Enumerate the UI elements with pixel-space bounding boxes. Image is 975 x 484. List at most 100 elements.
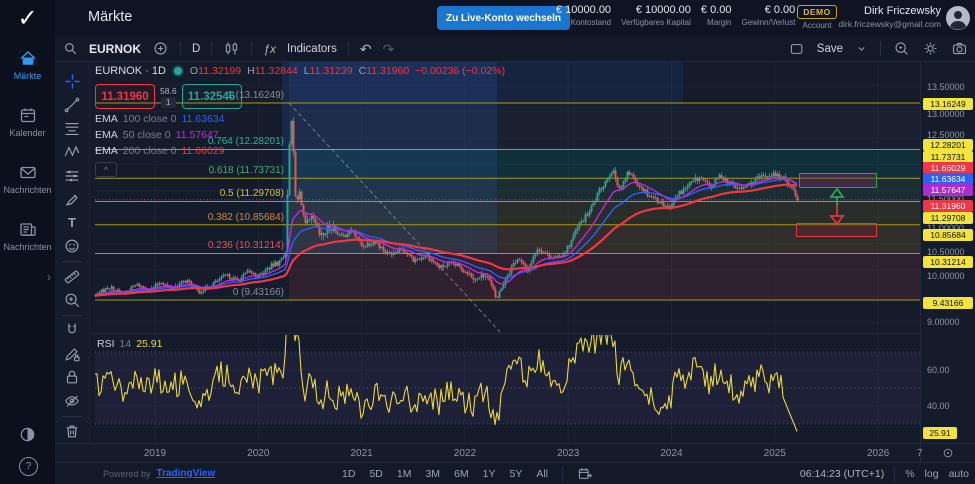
magnet-tool[interactable] bbox=[57, 319, 87, 342]
range-button-6m[interactable]: 6M bbox=[454, 468, 469, 480]
range-button-all[interactable]: All bbox=[536, 468, 548, 480]
theme-toggle-icon[interactable] bbox=[18, 425, 37, 444]
account-stat: € 0.00 Margin bbox=[701, 4, 732, 27]
fib-level-label: 0 (9.43166) bbox=[232, 286, 284, 298]
zoom-in-tool[interactable] bbox=[57, 288, 87, 311]
price-axis-label: 13.50000 bbox=[927, 82, 965, 92]
time-axis-year: 2021 bbox=[350, 448, 373, 459]
scale-auto-toggle[interactable]: auto bbox=[949, 468, 969, 480]
go-to-date-icon[interactable] bbox=[577, 466, 593, 482]
hide-drawings-tool[interactable] bbox=[57, 389, 87, 412]
sidebar-item-kalender[interactable]: Kalender bbox=[0, 105, 55, 138]
chart-toolbar: EURNOK D ƒx Indicators ↶ ↷ Save bbox=[55, 36, 975, 62]
switch-to-live-account-button[interactable]: Zu Live-Konto wechseln bbox=[437, 6, 571, 30]
chart-style-icon[interactable] bbox=[223, 40, 240, 57]
collapse-indicators-button[interactable]: ^ bbox=[95, 162, 117, 177]
user-email: dirk.friczewsky@gmail.com bbox=[838, 19, 941, 29]
undo-icon[interactable]: ↶ bbox=[360, 42, 372, 56]
trend-line-tool[interactable] bbox=[57, 93, 87, 116]
snapshot-camera-icon[interactable] bbox=[951, 40, 968, 57]
fib-retracement-tool[interactable] bbox=[57, 117, 87, 140]
lock-all-icon bbox=[63, 368, 81, 386]
price-axis-label: 40.00 bbox=[927, 401, 950, 411]
scale-percent-toggle[interactable]: % bbox=[905, 468, 914, 480]
ema-legend-row[interactable]: EMA 50 close 0 11.57647 bbox=[95, 129, 505, 141]
spread-value: 58.6 bbox=[160, 85, 177, 96]
price-axis-badge-fib: 12.28201 bbox=[923, 139, 973, 151]
powered-by-label: Powered by bbox=[103, 468, 151, 479]
user-info[interactable]: Dirk Friczewsky dirk.friczewsky@gmail.co… bbox=[838, 5, 941, 29]
range-button-5d[interactable]: 5D bbox=[369, 468, 382, 480]
time-axis-year: 2022 bbox=[453, 448, 477, 459]
time-axis-year: 2023 bbox=[557, 448, 580, 459]
sidebar-item-märkte[interactable]: Märkte bbox=[0, 48, 55, 81]
range-button-5y[interactable]: 5Y bbox=[510, 468, 523, 480]
tradingview-link[interactable]: TradingView bbox=[157, 468, 216, 479]
sell-price-button[interactable]: 11.31960 bbox=[95, 84, 155, 109]
save-button[interactable]: Save bbox=[817, 43, 843, 55]
indicators-button[interactable]: Indicators bbox=[287, 43, 337, 55]
buy-price-button[interactable]: 11.32546 bbox=[181, 84, 242, 109]
supply-zone-rectangle[interactable] bbox=[799, 173, 877, 188]
scale-log-toggle[interactable]: log bbox=[925, 468, 939, 480]
ema-legend-row[interactable]: EMA 200 close 0 11.66029 bbox=[95, 145, 505, 157]
clock-timezone[interactable]: 06:14:23 (UTC+1) bbox=[800, 468, 884, 480]
sidebar-item-nachrichten[interactable]: Nachrichten bbox=[0, 162, 55, 195]
user-avatar-icon bbox=[946, 6, 970, 30]
indicators-fx-icon[interactable]: ƒx bbox=[263, 42, 276, 56]
account-stat-label: Verfügbares Kapital bbox=[621, 18, 691, 27]
magnet-icon bbox=[63, 321, 81, 339]
quantity-chip[interactable]: 1 bbox=[160, 96, 176, 108]
crosshair-tool[interactable] bbox=[57, 70, 87, 93]
text-tool[interactable]: T bbox=[57, 211, 87, 234]
chevron-down-icon[interactable] bbox=[855, 42, 868, 55]
compare-add-icon[interactable] bbox=[152, 40, 169, 57]
forecast-icon bbox=[63, 167, 81, 185]
avatar[interactable] bbox=[945, 5, 971, 31]
toolbar-divider bbox=[62, 415, 82, 417]
range-button-1m[interactable]: 1M bbox=[397, 468, 412, 480]
time-axis-year: 2020 bbox=[247, 448, 270, 459]
legend-symbol-title[interactable]: EURNOK · 1D bbox=[95, 65, 166, 77]
remove-objects-tool[interactable] bbox=[57, 420, 87, 443]
quick-search-icon[interactable] bbox=[893, 40, 910, 57]
symbol-search-icon[interactable] bbox=[63, 41, 78, 56]
expand-panel-chevron[interactable]: › bbox=[47, 270, 51, 284]
scroll-to-recent-icon[interactable] bbox=[941, 446, 955, 460]
broker-logo[interactable]: ✓ bbox=[0, 0, 55, 36]
emoji-tool[interactable] bbox=[57, 234, 87, 257]
ruler-tool[interactable] bbox=[57, 265, 87, 288]
trend-line-icon bbox=[63, 96, 81, 114]
range-button-3m[interactable]: 3M bbox=[425, 468, 440, 480]
forecast-tool[interactable] bbox=[57, 164, 87, 187]
redo-icon[interactable]: ↷ bbox=[383, 42, 395, 56]
range-button-1d[interactable]: 1D bbox=[342, 468, 355, 480]
account-stat: € 0.00 Gewinn/Verlust bbox=[741, 4, 795, 27]
user-name: Dirk Friczewsky bbox=[864, 5, 941, 17]
price-axis-badge-price: 11.31960 bbox=[923, 200, 973, 212]
settings-gear-icon[interactable] bbox=[922, 40, 939, 57]
lock-all-tool[interactable] bbox=[57, 366, 87, 389]
market-open-dot-icon bbox=[173, 67, 182, 75]
down-arrow-annotation[interactable] bbox=[828, 204, 846, 226]
layout-panel-icon[interactable] bbox=[789, 41, 805, 57]
account-stat-value: € 10000.00 bbox=[635, 4, 691, 16]
xabcd-pattern-tool[interactable] bbox=[57, 140, 87, 163]
price-axis-badge-ema50: 11.57647 bbox=[923, 184, 973, 196]
symbol-search-input[interactable]: EURNOK bbox=[89, 42, 141, 56]
time-axis[interactable]: 7 2019 2020 2021 2022 2023 2024 2025 2026 bbox=[55, 443, 975, 462]
brush-tool[interactable] bbox=[57, 187, 87, 210]
help-icon[interactable]: ? bbox=[19, 457, 38, 476]
price-axis[interactable]: 13.50000 13.00000 12.50000 11.50000 11.00000… bbox=[920, 62, 975, 462]
rsi-params: 14 bbox=[119, 338, 132, 350]
account-stat-label: Kontostand bbox=[570, 18, 612, 27]
ema-legend-row[interactable]: EMA 100 close 0 11.63634 bbox=[95, 113, 505, 125]
interval-selector[interactable]: D bbox=[192, 43, 200, 55]
price-axis-badge-fib: 10.31214 bbox=[923, 256, 973, 268]
fib-level-label: 0.236 (10.31214) bbox=[207, 240, 284, 252]
range-button-1y[interactable]: 1Y bbox=[483, 468, 496, 480]
price-axis-label: 9.00000 bbox=[927, 317, 960, 327]
drawing-lock-tool[interactable] bbox=[57, 342, 87, 365]
sidebar-item-nachrichten[interactable]: Nachrichten bbox=[0, 219, 55, 252]
rsi-legend: RSI 14 25.91 bbox=[97, 338, 162, 350]
